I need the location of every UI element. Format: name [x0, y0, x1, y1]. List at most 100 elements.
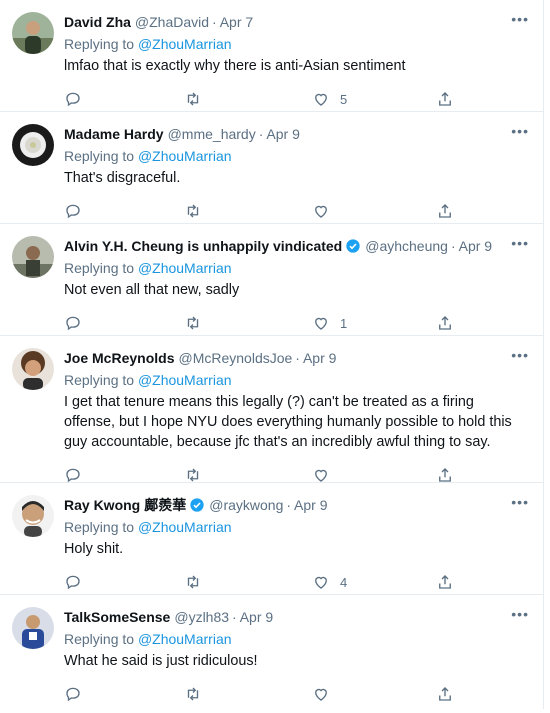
author-handle[interactable]: @yzlh83 — [174, 607, 229, 627]
reply-feed: David Zha @ZhaDavid · Apr 7 ••• Replying… — [0, 0, 544, 709]
tweet-header: Madame Hardy @mme_hardy · Apr 9 — [64, 124, 527, 144]
mention-link[interactable]: @ZhouMarrian — [138, 519, 232, 535]
replying-to: Replying to @ZhouMarrian — [64, 517, 527, 537]
avatar[interactable] — [12, 348, 54, 390]
like-button[interactable]: 4 — [312, 573, 347, 591]
mention-link[interactable]: @ZhouMarrian — [138, 260, 232, 276]
author-name[interactable]: Alvin Y.H. Cheung is unhappily vindicate… — [64, 236, 342, 256]
separator-dot: · — [258, 126, 264, 142]
retweet-icon — [187, 468, 199, 482]
share-icon — [439, 687, 451, 701]
more-icon[interactable]: ••• — [511, 348, 529, 362]
tweet-date[interactable]: Apr 7 — [220, 12, 253, 32]
retweet-icon — [187, 92, 199, 106]
replying-to-label: Replying to — [64, 372, 138, 388]
author-name[interactable]: Ray Kwong — [64, 495, 140, 515]
retweet-button[interactable] — [184, 685, 202, 703]
author-handle[interactable]: @raykwong — [209, 495, 283, 515]
reply-button[interactable] — [64, 466, 82, 484]
more-icon[interactable]: ••• — [511, 236, 529, 250]
avatar[interactable] — [12, 124, 54, 166]
verified-badge-icon — [190, 498, 204, 512]
reply-tweet[interactable]: Joe McReynolds @McReynoldsJoe · Apr 9 ••… — [0, 336, 543, 483]
mention-link[interactable]: @ZhouMarrian — [138, 148, 232, 164]
avatar[interactable] — [12, 495, 54, 537]
replying-to-label: Replying to — [64, 36, 138, 52]
share-button[interactable] — [436, 314, 454, 332]
like-count: 5 — [340, 91, 348, 107]
author-handle[interactable]: @mme_hardy — [168, 124, 256, 144]
tweet-text: That's disgraceful. — [64, 170, 181, 186]
like-count: 4 — [340, 574, 348, 590]
mention-link[interactable]: @ZhouMarrian — [138, 372, 232, 388]
retweet-icon — [187, 575, 199, 589]
like-button[interactable] — [312, 685, 340, 703]
avatar[interactable] — [12, 12, 54, 54]
author-name[interactable]: Joe McReynolds — [64, 348, 174, 368]
like-icon — [315, 688, 327, 701]
more-icon[interactable]: ••• — [511, 607, 529, 621]
share-button[interactable] — [436, 202, 454, 220]
retweet-button[interactable] — [184, 466, 202, 484]
more-icon[interactable]: ••• — [511, 124, 529, 138]
like-button[interactable]: 5 — [312, 90, 347, 108]
like-button[interactable] — [312, 466, 340, 484]
separator-dot: · — [232, 609, 237, 625]
reply-button[interactable] — [64, 90, 82, 108]
tweet-date[interactable]: Apr 9 — [294, 495, 327, 515]
retweet-button[interactable] — [184, 90, 202, 108]
more-icon[interactable]: ••• — [511, 495, 529, 509]
replying-to: Replying to @ZhouMarrian — [64, 258, 527, 278]
author-handle[interactable]: @ZhaDavid — [135, 12, 209, 32]
author-name[interactable]: Madame Hardy — [64, 124, 164, 144]
tweet-text: lmfao that is exactly why there is anti-… — [64, 58, 406, 74]
replying-to: Replying to @ZhouMarrian — [64, 370, 527, 390]
share-button[interactable] — [436, 466, 454, 484]
reply-tweet[interactable]: Madame Hardy @mme_hardy · Apr 9 ••• Repl… — [0, 112, 543, 224]
like-button[interactable] — [312, 202, 340, 220]
mention-link[interactable]: @ZhouMarrian — [138, 631, 232, 647]
share-icon — [439, 575, 451, 589]
avatar[interactable] — [12, 607, 54, 649]
author-name-chinese[interactable]: 鄺羨華 — [144, 495, 186, 515]
more-icon[interactable]: ••• — [511, 12, 529, 26]
reply-icon — [66, 92, 80, 107]
reply-button[interactable] — [64, 202, 82, 220]
reply-tweet[interactable]: Alvin Y.H. Cheung is unhappily vindicate… — [0, 224, 543, 336]
share-button[interactable] — [436, 573, 454, 591]
share-button[interactable] — [436, 685, 454, 703]
mention-link[interactable]: @ZhouMarrian — [138, 36, 232, 52]
author-name[interactable]: TalkSomeSense — [64, 607, 170, 627]
retweet-button[interactable] — [184, 202, 202, 220]
reply-button[interactable] — [64, 314, 82, 332]
author-handle[interactable]: @ayhcheung — [365, 236, 448, 256]
tweet-date[interactable]: Apr 9 — [303, 348, 336, 368]
like-icon — [315, 469, 327, 482]
tweet-header: Alvin Y.H. Cheung is unhappily vindicate… — [64, 236, 527, 256]
replying-to: Replying to @ZhouMarrian — [64, 146, 527, 166]
like-count: 1 — [340, 315, 348, 331]
share-button[interactable] — [436, 90, 454, 108]
like-icon — [315, 317, 327, 330]
tweet-date[interactable]: Apr 9 — [459, 236, 492, 256]
avatar[interactable] — [12, 236, 54, 278]
like-button[interactable]: 1 — [312, 314, 347, 332]
separator-dot: · — [295, 350, 300, 366]
replying-to-label: Replying to — [64, 519, 138, 535]
retweet-button[interactable] — [184, 314, 202, 332]
reply-icon — [66, 575, 80, 590]
author-name[interactable]: David Zha — [64, 12, 131, 32]
retweet-button[interactable] — [184, 573, 202, 591]
share-icon — [439, 316, 451, 330]
reply-icon — [66, 204, 80, 219]
replying-to: Replying to @ZhouMarrian — [64, 34, 527, 54]
tweet-date[interactable]: Apr 9 — [240, 607, 273, 627]
author-handle[interactable]: @McReynoldsJoe — [178, 348, 292, 368]
reply-tweet[interactable]: David Zha @ZhaDavid · Apr 7 ••• Replying… — [0, 0, 543, 112]
reply-button[interactable] — [64, 685, 82, 703]
reply-tweet[interactable]: TalkSomeSense @yzlh83 · Apr 9 ••• Replyi… — [0, 595, 543, 709]
tweet-date[interactable]: Apr 9 — [266, 124, 299, 144]
reply-button[interactable] — [64, 573, 82, 591]
share-icon — [439, 92, 451, 106]
reply-tweet[interactable]: Ray Kwong 鄺羨華 @raykwong · Apr 9 ••• Repl… — [0, 483, 543, 595]
